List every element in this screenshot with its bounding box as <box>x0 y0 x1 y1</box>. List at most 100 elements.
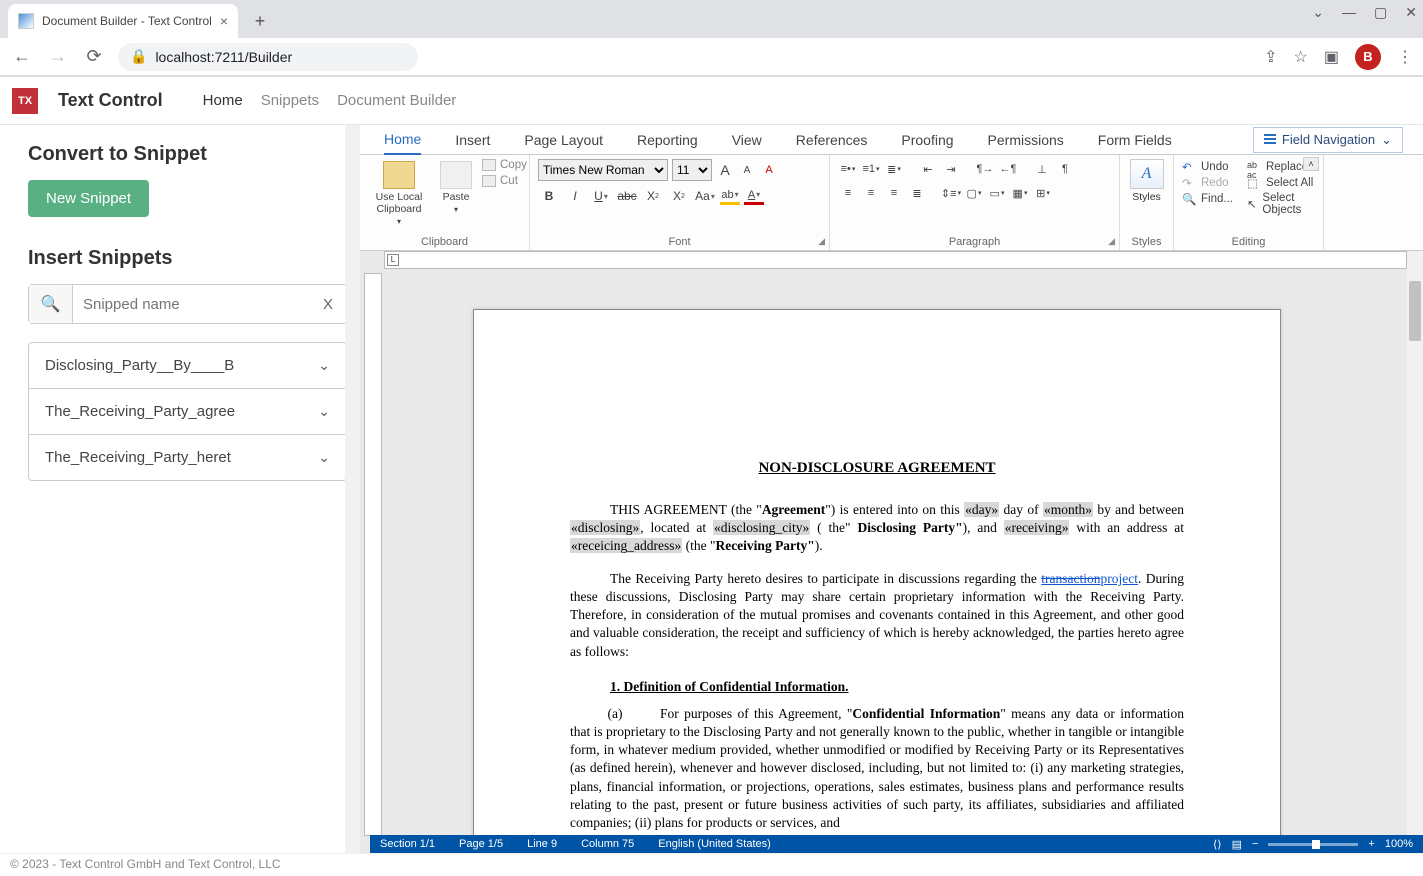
new-snippet-button[interactable]: New Snippet <box>28 180 149 217</box>
zoom-slider[interactable] <box>1268 843 1358 846</box>
snippet-item[interactable]: The_Receiving_Party_heret ⌄ <box>29 435 346 480</box>
editing-group: ↶Undo ↷Redo 🔍Find... abacReplace... ⬚Sel… <box>1174 155 1324 250</box>
tab-insert[interactable]: Insert <box>455 126 490 154</box>
bullets-button[interactable]: ≡• <box>838 159 858 179</box>
panel-icon[interactable]: ▣ <box>1324 47 1339 67</box>
close-icon[interactable]: ✕ <box>1405 4 1417 21</box>
tab-references[interactable]: References <box>796 126 868 154</box>
clear-format-button[interactable]: A <box>760 160 778 180</box>
tab-close-icon[interactable]: × <box>220 13 228 29</box>
font-name-select[interactable]: Times New Roman <box>538 159 668 181</box>
numbering-button[interactable]: ≡1 <box>861 159 881 179</box>
snippet-search-input[interactable] <box>73 296 310 313</box>
shading-button[interactable]: ▢ <box>964 183 984 203</box>
highlight-button[interactable]: ab <box>720 187 740 205</box>
use-local-clipboard-button[interactable]: Use Local Clipboard ▾ <box>368 159 430 228</box>
dialog-launcher-icon[interactable]: ◢ <box>1108 236 1115 247</box>
window-dropdown-icon[interactable]: ⌄ <box>1312 4 1324 21</box>
horizontal-ruler[interactable]: L <box>384 251 1407 269</box>
tab-form-fields[interactable]: Form Fields <box>1098 126 1172 154</box>
menu-icon[interactable]: ⋮ <box>1397 47 1413 67</box>
strikethrough-button[interactable]: abc <box>616 185 638 207</box>
track-changes-icon[interactable]: ⟨⟩ <box>1213 838 1222 851</box>
sidebar-scrollbar[interactable] <box>345 125 359 854</box>
rtl-button[interactable]: ←¶ <box>998 159 1018 179</box>
app-nav: Home Snippets Document Builder <box>203 92 457 109</box>
select-objects-button[interactable]: ↖Select Objects <box>1247 191 1318 217</box>
copy-button[interactable]: Copy <box>482 159 527 171</box>
back-icon[interactable]: ← <box>10 45 34 69</box>
undo-button[interactable]: ↶Undo <box>1182 159 1233 175</box>
underline-button[interactable]: U <box>590 185 612 207</box>
dialog-launcher-icon[interactable]: ◢ <box>818 236 825 247</box>
select-all-button[interactable]: ⬚Select All <box>1247 175 1318 191</box>
tab-permissions[interactable]: Permissions <box>988 126 1064 154</box>
frame-fill-button[interactable]: ▦ <box>1010 183 1030 203</box>
tab-reporting[interactable]: Reporting <box>637 126 698 154</box>
collapse-ribbon-button[interactable]: ˄ <box>1303 157 1319 171</box>
minimize-icon[interactable]: — <box>1342 4 1356 21</box>
zoom-thumb[interactable] <box>1312 840 1320 849</box>
new-tab-button[interactable]: + <box>246 7 274 35</box>
tab-page-layout[interactable]: Page Layout <box>524 126 603 154</box>
forward-icon[interactable]: → <box>46 45 70 69</box>
favicon-icon <box>18 13 34 29</box>
tab-home[interactable]: Home <box>384 125 421 155</box>
snippet-item[interactable]: Disclosing_Party__By____B ⌄ <box>29 343 346 389</box>
shrink-font-button[interactable]: A <box>738 160 756 180</box>
document-page[interactable]: NON-DISCLOSURE AGREEMENT THIS AGREEMENT … <box>473 309 1281 854</box>
pilcrow-button[interactable]: ¶ <box>1055 159 1075 179</box>
vertical-ruler[interactable] <box>364 273 382 836</box>
nav-home[interactable]: Home <box>203 92 243 109</box>
italic-button[interactable]: I <box>564 185 586 207</box>
avatar[interactable]: B <box>1355 44 1381 70</box>
paste-button[interactable]: Paste ▾ <box>436 159 476 228</box>
cut-button[interactable]: Cut <box>482 175 527 187</box>
multilevel-button[interactable]: ≣ <box>884 159 904 179</box>
reload-icon[interactable]: ⟳ <box>82 45 106 69</box>
share-icon[interactable]: ⇪ <box>1264 47 1277 67</box>
view-mode-icon[interactable]: ▤ <box>1232 838 1242 851</box>
font-size-select[interactable]: 11 <box>672 159 712 181</box>
search-icon[interactable]: 🔍 <box>29 285 73 323</box>
frame-line-button[interactable]: ▭ <box>987 183 1007 203</box>
paragraph-group: ≡• ≡1 ≣ ⇤ ⇥ ¶→ ←¶ ⊥ ¶ ≡ ≡ ≡ ≣ <box>830 155 1120 250</box>
align-left-button[interactable]: ≡ <box>838 183 858 203</box>
tab-proofing[interactable]: Proofing <box>901 126 953 154</box>
justify-button[interactable]: ≣ <box>907 183 927 203</box>
vertical-scrollbar[interactable] <box>1407 251 1423 854</box>
bold-button[interactable]: B <box>538 185 560 207</box>
ltr-button[interactable]: ¶→ <box>975 159 995 179</box>
grow-font-button[interactable]: A <box>716 160 734 180</box>
field-navigation-button[interactable]: Field Navigation ⌄ <box>1253 127 1403 153</box>
subscript-button[interactable]: X2 <box>642 185 664 207</box>
zoom-in-button[interactable]: + <box>1368 838 1374 850</box>
nav-snippets[interactable]: Snippets <box>261 92 319 109</box>
align-center-button[interactable]: ≡ <box>861 183 881 203</box>
search-icon: 🔍 <box>1182 192 1196 206</box>
increase-indent-button[interactable]: ⇥ <box>941 159 961 179</box>
url-field[interactable]: 🔒 localhost:7211/Builder <box>118 43 418 71</box>
superscript-button[interactable]: X2 <box>668 185 690 207</box>
snippet-item[interactable]: The_Receiving_Party_agree ⌄ <box>29 389 346 435</box>
borders-button[interactable]: ⊞ <box>1033 183 1053 203</box>
scrollbar-thumb[interactable] <box>1409 281 1421 341</box>
styles-button[interactable]: A <box>1130 159 1164 189</box>
bookmark-icon[interactable]: ☆ <box>1294 47 1308 67</box>
zoom-out-button[interactable]: − <box>1252 838 1258 850</box>
editor: Home Insert Page Layout Reporting View R… <box>360 125 1423 854</box>
nav-builder[interactable]: Document Builder <box>337 92 456 109</box>
find-button[interactable]: 🔍Find... <box>1182 191 1233 207</box>
browser-tab[interactable]: Document Builder - Text Control × <box>8 4 238 38</box>
text-case-button[interactable]: Aa <box>694 185 716 207</box>
browser-chrome: Document Builder - Text Control × + ← → … <box>0 0 1423 77</box>
font-color-button[interactable]: A <box>744 187 764 205</box>
redo-button[interactable]: ↷Redo <box>1182 175 1233 191</box>
line-spacing-button[interactable]: ⇕≡ <box>941 183 961 203</box>
align-right-button[interactable]: ≡ <box>884 183 904 203</box>
decrease-indent-button[interactable]: ⇤ <box>918 159 938 179</box>
maximize-icon[interactable]: ▢ <box>1374 4 1387 21</box>
control-chars-button[interactable]: ⊥ <box>1032 159 1052 179</box>
clear-search-button[interactable]: X <box>310 296 346 313</box>
tab-view[interactable]: View <box>732 126 762 154</box>
